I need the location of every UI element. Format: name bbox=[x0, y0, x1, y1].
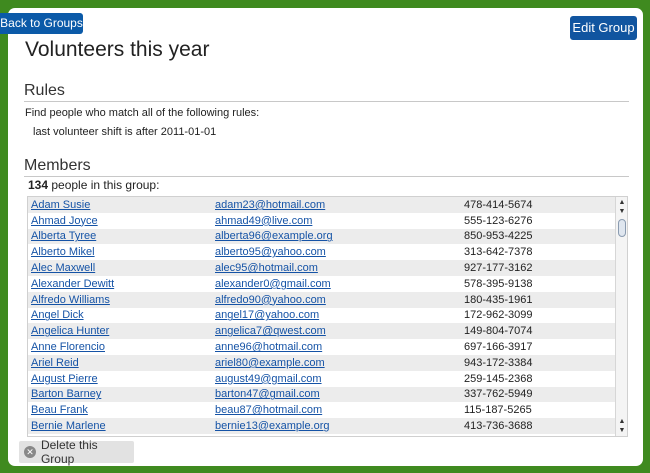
rules-heading: Rules bbox=[24, 82, 65, 99]
table-row: Angelica Hunter angelica7@qwest.com 149-80… bbox=[28, 323, 616, 340]
members-divider bbox=[24, 176, 629, 177]
table-row: Barton Barney barton47@gmail.com 337-762-5… bbox=[28, 386, 616, 403]
member-count-number: 134 bbox=[28, 178, 49, 192]
table-row: Adam Susie adam23@hotmail.com 478-414-5674 bbox=[28, 197, 616, 213]
member-name-link[interactable]: August Pierre bbox=[28, 373, 215, 385]
member-name-link[interactable]: Anne Florencio bbox=[28, 341, 215, 353]
member-phone: 115-187-5265 bbox=[464, 404, 532, 417]
member-phone: 259-145-2368 bbox=[464, 372, 533, 385]
members-table: Adam Susie adam23@hotmail.com 478-414-5674… bbox=[27, 196, 628, 437]
edit-group-button[interactable]: Edit Group bbox=[570, 16, 637, 40]
member-phone: 149-804-7074 bbox=[464, 325, 533, 338]
page-title: Volunteers this year bbox=[25, 38, 210, 61]
member-email-link[interactable]: august49@gmail.com bbox=[215, 373, 464, 385]
delete-icon: ✕ bbox=[24, 446, 36, 458]
members-rows: Adam Susie adam23@hotmail.com 478-414-5674… bbox=[28, 197, 616, 434]
table-row: August Pierre august49@gmail.com 259-145-2… bbox=[28, 370, 616, 387]
table-row: Alberto Mikel alberto95@yahoo.com 313-642-… bbox=[28, 244, 616, 261]
table-row: Bernie Marlene bernie13@example.org 413-73… bbox=[28, 418, 616, 434]
member-name-link[interactable]: Bernie Marlene bbox=[28, 420, 215, 432]
member-email-link[interactable]: ariel80@example.com bbox=[215, 357, 464, 369]
table-row: Beau Frank beau87@hotmail.com 115-187-5265 bbox=[28, 402, 616, 419]
table-row: Angel Dick angel17@yahoo.com 172-962-3099 bbox=[28, 307, 616, 324]
member-name-link[interactable]: Barton Barney bbox=[28, 388, 215, 400]
member-name-link[interactable]: Adam Susie bbox=[28, 199, 215, 211]
table-row: Anne Florencio anne96@hotmail.com 697-166-… bbox=[28, 339, 616, 355]
member-count: 134 people in this group: bbox=[28, 178, 159, 192]
rules-divider bbox=[24, 101, 629, 102]
delete-label: Delete this Group bbox=[40, 438, 98, 466]
member-name-link[interactable]: Ariel Reid bbox=[28, 357, 215, 369]
member-email-link[interactable]: alexander0@gmail.com bbox=[215, 278, 464, 290]
member-email-link[interactable]: alec95@hotmail.com bbox=[215, 262, 464, 274]
member-email-link[interactable]: alberta96@example.org bbox=[215, 230, 464, 242]
member-phone: 180-435-1961 bbox=[464, 293, 533, 306]
member-phone: 578-395-9138 bbox=[464, 277, 533, 290]
member-phone: 927-177-3162 bbox=[464, 262, 533, 275]
scroll-down-icon[interactable]: ▼ bbox=[616, 425, 627, 436]
member-name-link[interactable]: Alberto Mikel bbox=[28, 246, 215, 258]
member-phone: 943-172-3384 bbox=[464, 356, 533, 369]
rule-item: last volunteer shift is after 2011-01-01 bbox=[33, 126, 217, 138]
member-phone: 313-642-7378 bbox=[464, 246, 533, 259]
table-row: Alberta Tyree alberta96@example.org 850-95… bbox=[28, 228, 616, 245]
members-heading: Members bbox=[24, 157, 91, 174]
member-phone: 172-962-3099 bbox=[464, 309, 533, 322]
member-name-link[interactable]: Alfredo Williams bbox=[28, 294, 215, 306]
table-row: Alec Maxwell alec95@hotmail.com 927-177-31… bbox=[28, 260, 616, 276]
member-name-link[interactable]: Angel Dick bbox=[28, 309, 215, 321]
table-row: Ariel Reid ariel80@example.com 943-172-338… bbox=[28, 354, 616, 371]
table-row: Alexander Dewitt alexander0@gmail.com 578-… bbox=[28, 275, 616, 292]
delete-group-button[interactable]: ✕ Delete this Group bbox=[19, 438, 134, 466]
member-email-link[interactable]: anne96@hotmail.com bbox=[215, 341, 464, 353]
member-name-link[interactable]: Beau Frank bbox=[28, 404, 215, 416]
member-email-link[interactable]: bernie13@example.org bbox=[215, 420, 464, 432]
table-row: Alfredo Williams alfredo90@yahoo.com 180-4… bbox=[28, 291, 616, 308]
member-phone: 478-414-5674 bbox=[464, 198, 533, 211]
table-row: Ahmad Joyce ahmad49@live.com 555-123-6276 bbox=[28, 212, 616, 229]
table-scrollbar[interactable]: ▲ ▼ ▲ ▼ bbox=[615, 197, 627, 436]
back-to-groups-button[interactable]: Back to Groups bbox=[0, 13, 83, 34]
app-root: Back to Groups Edit Group Volunteers thi… bbox=[0, 0, 650, 473]
member-email-link[interactable]: alfredo90@yahoo.com bbox=[215, 294, 464, 306]
member-count-suffix: people in this group: bbox=[48, 178, 160, 192]
member-email-link[interactable]: angelica7@qwest.com bbox=[215, 325, 464, 337]
member-phone: 697-166-3917 bbox=[464, 341, 533, 354]
scroll-down-icon[interactable]: ▼ bbox=[616, 206, 627, 217]
rules-intro: Find people who match all of the followi… bbox=[25, 107, 260, 119]
member-phone: 413-736-3688 bbox=[464, 420, 533, 433]
member-name-link[interactable]: Alexander Dewitt bbox=[28, 278, 215, 290]
member-phone: 555-123-6276 bbox=[464, 214, 533, 227]
member-name-link[interactable]: Ahmad Joyce bbox=[28, 215, 215, 227]
member-name-link[interactable]: Alberta Tyree bbox=[28, 230, 215, 242]
member-phone: 337-762-5949 bbox=[464, 388, 533, 401]
member-phone: 850-953-4225 bbox=[464, 230, 533, 243]
member-email-link[interactable]: barton47@gmail.com bbox=[215, 388, 464, 400]
member-email-link[interactable]: angel17@yahoo.com bbox=[215, 309, 464, 321]
member-email-link[interactable]: alberto95@yahoo.com bbox=[215, 246, 464, 258]
member-name-link[interactable]: Angelica Hunter bbox=[28, 325, 215, 337]
member-email-link[interactable]: adam23@hotmail.com bbox=[215, 199, 464, 211]
member-name-link[interactable]: Alec Maxwell bbox=[28, 262, 215, 274]
member-email-link[interactable]: ahmad49@live.com bbox=[215, 215, 464, 227]
scroll-thumb[interactable] bbox=[618, 219, 626, 237]
member-email-link[interactable]: beau87@hotmail.com bbox=[215, 404, 464, 416]
